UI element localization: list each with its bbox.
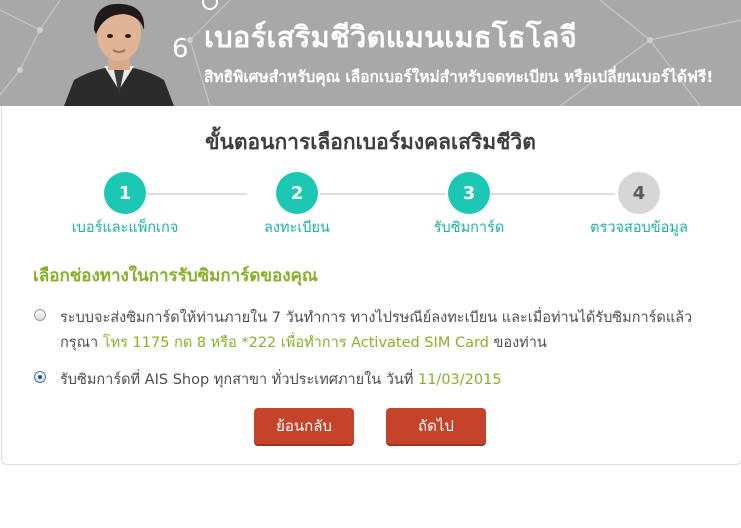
next-button[interactable]: ถัดไป — [386, 408, 486, 444]
step-label: ลงทะเบียน — [264, 220, 330, 236]
option-shop-text: รับซิมการ์ดที่ AIS Shop ทุกสาขา ทั่วประเ… — [60, 372, 414, 388]
section-title: เลือกช่องทางในการรับซิมการ์ดของคุณ — [33, 266, 318, 286]
step-number: 4 — [618, 172, 660, 214]
step-label: เบอร์และแพ็กเกจ — [71, 220, 179, 236]
banner-digit: 6 — [172, 34, 189, 64]
step-number: 1 — [104, 172, 146, 214]
option-post-prefix: กรุณา — [60, 335, 99, 351]
hero-banner: 6 เบอร์เสริมชีวิตแมนเมธโธโลจี สิทธิพิเศษ… — [0, 0, 741, 106]
back-button[interactable]: ย้อนกลับ — [254, 408, 354, 444]
pickup-date: 11/03/2015 — [417, 372, 502, 388]
activation-instructions: โทร 1175 กด 8 หรือ *222 เพื่อทำการ Activ… — [102, 335, 489, 351]
step-4: 4 ตรวจสอบข้อมูล — [564, 172, 714, 239]
step-1: 1 เบอร์และแพ็กเกจ — [50, 172, 200, 239]
step-number: 2 — [276, 172, 318, 214]
delivery-by-post-radio[interactable] — [34, 309, 46, 321]
option-shop: รับซิมการ์ดที่ AIS Shop ทุกสาขา ทั่วประเ… — [60, 368, 502, 391]
step-label: ตรวจสอบข้อมูล — [590, 220, 688, 236]
option-post-line1: ระบบจะส่งซิมการ์ดให้ท่านภายใน 7 วันทำการ… — [60, 310, 693, 326]
page-title: ขั้นตอนการเลือกเบอร์มงคลเสริมชีวิต — [205, 130, 536, 154]
step-label: รับซิมการ์ด — [433, 220, 505, 236]
step-2: 2 ลงทะเบียน — [222, 172, 372, 239]
banner-subtitle: สิทธิพิเศษสำหรับคุณ เลือกเบอร์ใหม่สำหรับ… — [204, 68, 714, 86]
banner-title: เบอร์เสริมชีวิตแมนเมธโธโลจี — [204, 20, 577, 54]
option-post-suffix: ของท่าน — [493, 335, 547, 351]
step-3: 3 รับซิมการ์ด — [394, 172, 544, 239]
step-number: 3 — [448, 172, 490, 214]
option-post-line2: กรุณา โทร 1175 กด 8 หรือ *222 เพื่อทำการ… — [60, 331, 547, 354]
pickup-at-shop-radio[interactable] — [34, 371, 46, 383]
